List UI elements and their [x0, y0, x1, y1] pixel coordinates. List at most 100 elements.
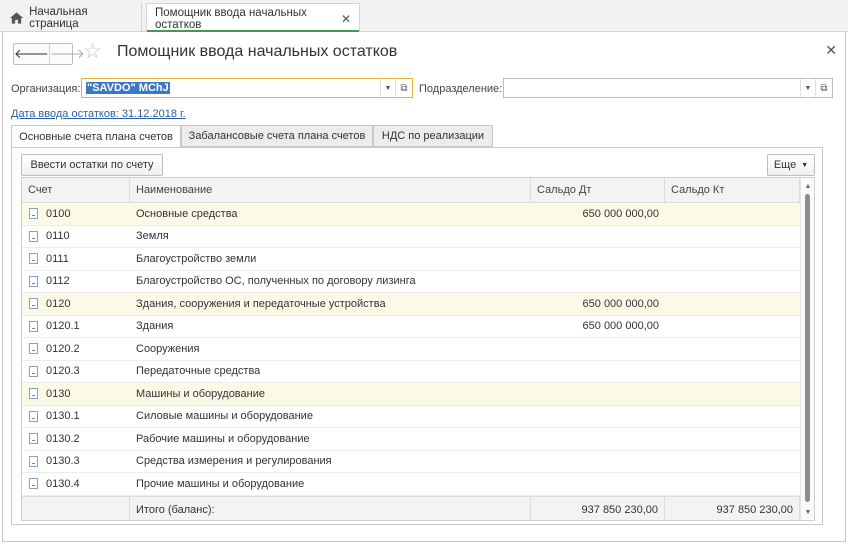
tab-vat-sales[interactable]: НДС по реализации [373, 125, 493, 147]
credit-cell[interactable] [665, 271, 800, 293]
debit-cell[interactable] [531, 383, 665, 405]
forward-button[interactable]: 🡒 [50, 44, 85, 64]
account-name-cell[interactable]: Машины и оборудование [130, 383, 531, 405]
favorite-star-icon[interactable]: ☆ [83, 40, 102, 64]
account-name-cell[interactable]: Благоустройство земли [130, 248, 531, 270]
scrollbar-thumb[interactable] [805, 194, 810, 502]
debit-cell[interactable] [531, 473, 665, 495]
debit-cell[interactable] [531, 248, 665, 270]
account-cell[interactable]: 0120 [22, 293, 130, 315]
debit-cell[interactable] [531, 271, 665, 293]
account-cell[interactable]: 0112 [22, 271, 130, 293]
credit-cell[interactable] [665, 203, 800, 225]
table-row[interactable]: 0130.4 Прочие машины и оборудование [22, 473, 800, 496]
vertical-scrollbar[interactable]: ▲ ▼ [800, 178, 814, 520]
back-button[interactable]: 🡐 [14, 44, 50, 64]
credit-cell[interactable] [665, 316, 800, 338]
credit-cell[interactable] [665, 293, 800, 315]
tab-main-accounts[interactable]: Основные счета плана счетов [11, 125, 181, 148]
account-cell[interactable]: 0130.2 [22, 428, 130, 450]
tab-offbalance-accounts[interactable]: Забалансовые счета плана счетов [181, 125, 373, 147]
top-tab-bar: Начальная страница Помощник ввода началь… [0, 0, 848, 33]
table-row[interactable]: 0110 Земля [22, 226, 800, 248]
table-row[interactable]: 0111 Благоустройство земли [22, 248, 800, 271]
account-name-cell[interactable]: Рабочие машины и оборудование [130, 428, 531, 450]
credit-cell[interactable] [665, 248, 800, 270]
account-cell[interactable]: 0130.4 [22, 473, 130, 495]
dept-dropdown-icon[interactable]: ▼ [800, 79, 815, 97]
credit-cell[interactable] [665, 406, 800, 428]
tab-home-label: Начальная страница [29, 5, 88, 30]
debit-cell[interactable] [531, 451, 665, 473]
account-cell[interactable]: 0120.1 [22, 316, 130, 338]
table-row[interactable]: 0130.3 Средства измерения и регулирования [22, 451, 800, 473]
account-name-cell[interactable]: Сооружения [130, 338, 531, 360]
debit-cell[interactable]: 650 000 000,00 [531, 293, 665, 315]
debit-cell[interactable] [531, 338, 665, 360]
debit-cell[interactable] [531, 361, 665, 383]
col-header-name[interactable]: Наименование [130, 178, 531, 202]
more-button[interactable]: Еще ▼ [767, 154, 815, 176]
col-header-account[interactable]: Счет [22, 178, 130, 202]
credit-cell[interactable] [665, 428, 800, 450]
org-input[interactable]: "SAVDO" MChJ [82, 79, 380, 97]
table-row[interactable]: 0130.1 Силовые машины и оборудование [22, 406, 800, 428]
account-cell[interactable]: 0130.1 [22, 406, 130, 428]
credit-cell[interactable] [665, 383, 800, 405]
org-open-icon[interactable]: ⧉ [395, 79, 412, 97]
scroll-up-icon[interactable]: ▲ [801, 180, 814, 192]
account-name-cell[interactable]: Основные средства [130, 203, 531, 225]
debit-cell[interactable]: 650 000 000,00 [531, 316, 665, 338]
table-row[interactable]: 0120.3 Передаточные средства [22, 361, 800, 383]
dept-open-icon[interactable]: ⧉ [815, 79, 832, 97]
table-row[interactable]: 0120.2 Сооружения [22, 338, 800, 361]
tab-opening-balances[interactable]: Помощник ввода начальных остатков ✕ [146, 3, 360, 33]
account-cell[interactable]: 0130.3 [22, 451, 130, 473]
table-row[interactable]: 0130.2 Рабочие машины и оборудование [22, 428, 800, 451]
footer-total-credit: 937 850 230,00 [665, 497, 800, 520]
account-cell[interactable]: 0120.2 [22, 338, 130, 360]
account-icon [29, 230, 38, 242]
scroll-down-icon[interactable]: ▼ [801, 506, 814, 518]
account-cell[interactable]: 0111 [22, 248, 130, 270]
account-name-cell[interactable]: Земля [130, 226, 531, 248]
credit-cell[interactable] [665, 451, 800, 473]
account-cell[interactable]: 0120.3 [22, 361, 130, 383]
account-name-cell[interactable]: Передаточные средства [130, 361, 531, 383]
table-row[interactable]: 0120 Здания, сооружения и передаточные ус… [22, 293, 800, 316]
table-row[interactable]: 0112 Благоустройство ОС, полученных по до… [22, 271, 800, 293]
dept-field[interactable]: ▼ ⧉ [503, 78, 833, 98]
table-row[interactable]: 0130 Машины и оборудование [22, 383, 800, 406]
close-icon[interactable]: ✕ [341, 12, 351, 26]
debit-cell[interactable] [531, 428, 665, 450]
table-row[interactable]: 0120.1 Здания 650 000 000,00 [22, 316, 800, 338]
credit-cell[interactable] [665, 361, 800, 383]
org-dropdown-icon[interactable]: ▼ [380, 79, 395, 97]
account-name-cell[interactable]: Здания, сооружения и передаточные устрой… [130, 293, 531, 315]
dept-input[interactable] [504, 79, 800, 97]
window-close-icon[interactable]: ✕ [825, 42, 837, 59]
account-name-cell[interactable]: Здания [130, 316, 531, 338]
account-name-cell[interactable]: Прочие машины и оборудование [130, 473, 531, 495]
account-name-cell[interactable]: Силовые машины и оборудование [130, 406, 531, 428]
account-cell[interactable]: 0110 [22, 226, 130, 248]
account-code: 0110 [46, 230, 70, 243]
credit-cell[interactable] [665, 338, 800, 360]
tab-home[interactable]: Начальная страница [2, 3, 142, 32]
col-header-credit[interactable]: Сальдо Кт [665, 178, 800, 202]
account-icon [29, 455, 38, 467]
enter-balances-button[interactable]: Ввести остатки по счету [21, 154, 163, 176]
debit-cell[interactable]: 650 000 000,00 [531, 203, 665, 225]
org-field[interactable]: "SAVDO" MChJ ▼ ⧉ [81, 78, 413, 98]
credit-cell[interactable] [665, 473, 800, 495]
debit-cell[interactable] [531, 406, 665, 428]
account-cell[interactable]: 0130 [22, 383, 130, 405]
table-row[interactable]: 0100 Основные средства 650 000 000,00 [22, 203, 800, 226]
col-header-debit[interactable]: Сальдо Дт [531, 178, 665, 202]
account-name-cell[interactable]: Средства измерения и регулирования [130, 451, 531, 473]
account-name-cell[interactable]: Благоустройство ОС, полученных по догово… [130, 271, 531, 293]
debit-cell[interactable] [531, 226, 665, 248]
opening-date-link[interactable]: Дата ввода остатков: 31.12.2018 г. [11, 108, 186, 120]
account-cell[interactable]: 0100 [22, 203, 130, 225]
credit-cell[interactable] [665, 226, 800, 248]
